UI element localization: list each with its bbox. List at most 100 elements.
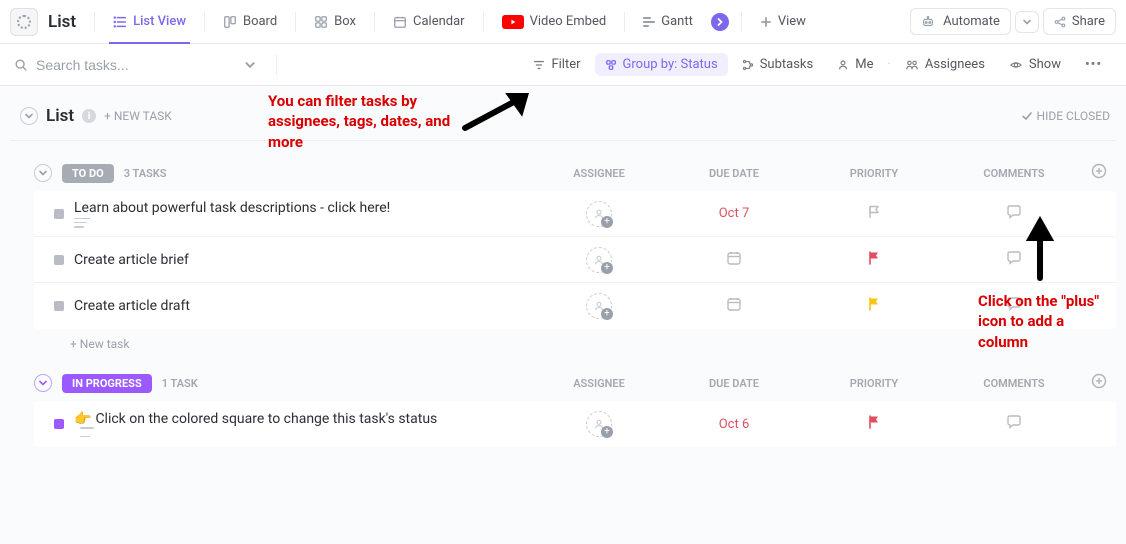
subtasks-icon: [742, 59, 754, 71]
add-view-label: View: [778, 14, 806, 29]
view-tab-list[interactable]: List View: [103, 0, 196, 44]
description-icon: [80, 427, 94, 437]
content-area: List i + NEW TASK HIDE CLOSED TO DO3 TAS…: [0, 86, 1126, 544]
flag-icon[interactable]: [866, 204, 882, 220]
task-row[interactable]: 👉Click on the colored square to change t…: [34, 401, 1116, 447]
flag-icon[interactable]: [866, 250, 882, 266]
add-column-button[interactable]: [1084, 163, 1114, 183]
assignees-label: Assignees: [925, 57, 985, 72]
status-square[interactable]: [54, 209, 64, 219]
assignee-placeholder-icon[interactable]: [586, 247, 612, 273]
view-tab-label: Board: [243, 14, 277, 29]
filter-button[interactable]: Filter: [523, 53, 590, 76]
divider: [276, 55, 277, 75]
task-title[interactable]: 👉Click on the colored square to change t…: [74, 411, 437, 437]
filter-icon: [533, 59, 545, 71]
search-input[interactable]: [36, 57, 196, 73]
new-task-button[interactable]: + New task: [34, 329, 1116, 351]
plus-circle-icon[interactable]: [1091, 373, 1107, 389]
chevron-down-icon[interactable]: [244, 59, 256, 71]
task-count: 1 TASK: [162, 377, 198, 390]
add-view-button[interactable]: View: [750, 0, 816, 44]
search-wrap[interactable]: [14, 57, 264, 73]
column-header: PRIORITY: [804, 377, 944, 390]
status-square[interactable]: [54, 419, 64, 429]
automate-button[interactable]: Automate: [910, 8, 1011, 35]
due-date[interactable]: Oct 6: [719, 417, 750, 432]
view-tab-calendar[interactable]: Calendar: [383, 0, 475, 44]
page-title: List: [48, 12, 76, 32]
list-icon: [113, 15, 127, 29]
due-date[interactable]: Oct 7: [719, 206, 750, 221]
group-by-button[interactable]: Group by: Status: [595, 53, 728, 76]
plus-circle-icon[interactable]: [1091, 163, 1107, 179]
status-square[interactable]: [54, 255, 64, 265]
divider: [483, 12, 484, 32]
people-icon: [905, 59, 919, 71]
view-tab-label: Video Embed: [530, 14, 607, 29]
subtasks-button[interactable]: Subtasks: [732, 53, 824, 76]
calendar-icon[interactable]: [725, 295, 743, 313]
view-tab-label: List View: [133, 14, 186, 29]
annotation-filter: You can filter tasks by assignees, tags,…: [268, 91, 458, 152]
task-title[interactable]: Create article draft: [74, 298, 190, 314]
view-tab-label: Box: [334, 14, 356, 29]
comment-icon[interactable]: [1005, 413, 1023, 431]
view-tab-label: Calendar: [413, 14, 465, 29]
divider: [94, 12, 95, 32]
person-icon: [837, 59, 849, 71]
views-overflow[interactable]: [707, 0, 733, 44]
status-group: TO DO3 TASKSASSIGNEEDUE DATEPRIORITYCOMM…: [34, 159, 1116, 351]
assignees-button[interactable]: Assignees: [895, 53, 995, 76]
divider: [374, 12, 375, 32]
column-header: DUE DATE: [664, 167, 804, 180]
share-label: Share: [1072, 14, 1105, 29]
share-button[interactable]: Share: [1043, 8, 1116, 35]
status-square[interactable]: [54, 301, 64, 311]
assignee-placeholder-icon[interactable]: [586, 293, 612, 319]
column-header: COMMENTS: [944, 377, 1084, 390]
more-icon: •••: [1085, 57, 1102, 72]
chevron-right-icon: [711, 13, 729, 31]
hide-closed-button[interactable]: HIDE CLOSED: [1021, 109, 1110, 123]
task-row[interactable]: Create article brief: [34, 237, 1116, 283]
hide-closed-label: HIDE CLOSED: [1037, 109, 1110, 123]
box-icon: [314, 15, 328, 29]
task-title[interactable]: Create article brief: [74, 252, 189, 268]
task-title[interactable]: Learn about powerful task descriptions -…: [74, 200, 390, 216]
annotation-plus: Click on the "plus" icon to add a column: [978, 291, 1108, 352]
calendar-icon[interactable]: [725, 249, 743, 267]
assignee-placeholder-icon[interactable]: [586, 411, 612, 437]
group-expand[interactable]: [34, 164, 52, 182]
flag-icon[interactable]: [866, 296, 882, 312]
status-pill[interactable]: TO DO: [62, 164, 114, 183]
section-expand[interactable]: [20, 107, 38, 125]
automate-dropdown[interactable]: [1015, 11, 1039, 33]
info-icon[interactable]: i: [82, 109, 96, 123]
automate-label: Automate: [943, 14, 1000, 29]
view-tab-board[interactable]: Board: [213, 0, 287, 44]
group-expand[interactable]: [34, 374, 52, 392]
flag-icon[interactable]: [866, 414, 882, 430]
column-header: COMMENTS: [944, 167, 1084, 180]
plus-icon: [760, 16, 772, 28]
view-tab-label: Gantt: [661, 14, 693, 29]
view-tab-gantt[interactable]: Gantt: [633, 0, 703, 44]
task-row[interactable]: Learn about powerful task descriptions -…: [34, 191, 1116, 237]
assignee-placeholder-icon[interactable]: [586, 201, 612, 227]
calendar-icon: [393, 15, 407, 29]
show-button[interactable]: Show: [999, 53, 1071, 76]
task-row[interactable]: Create article draft: [34, 283, 1116, 329]
view-tab-video[interactable]: Video Embed: [492, 0, 617, 44]
arrow-icon: [1020, 216, 1060, 286]
view-tab-box[interactable]: Box: [304, 0, 366, 44]
add-column-button[interactable]: [1084, 373, 1114, 393]
column-header: PRIORITY: [804, 167, 944, 180]
divider: [204, 12, 205, 32]
status-pill[interactable]: IN PROGRESS: [62, 374, 152, 393]
top-view-bar: List List View Board Box Calendar Video …: [0, 0, 1126, 44]
more-button[interactable]: •••: [1075, 53, 1112, 76]
me-button[interactable]: Me: [827, 53, 883, 76]
group-by-label: Group by: Status: [623, 57, 718, 72]
section-new-task[interactable]: + NEW TASK: [104, 109, 172, 123]
